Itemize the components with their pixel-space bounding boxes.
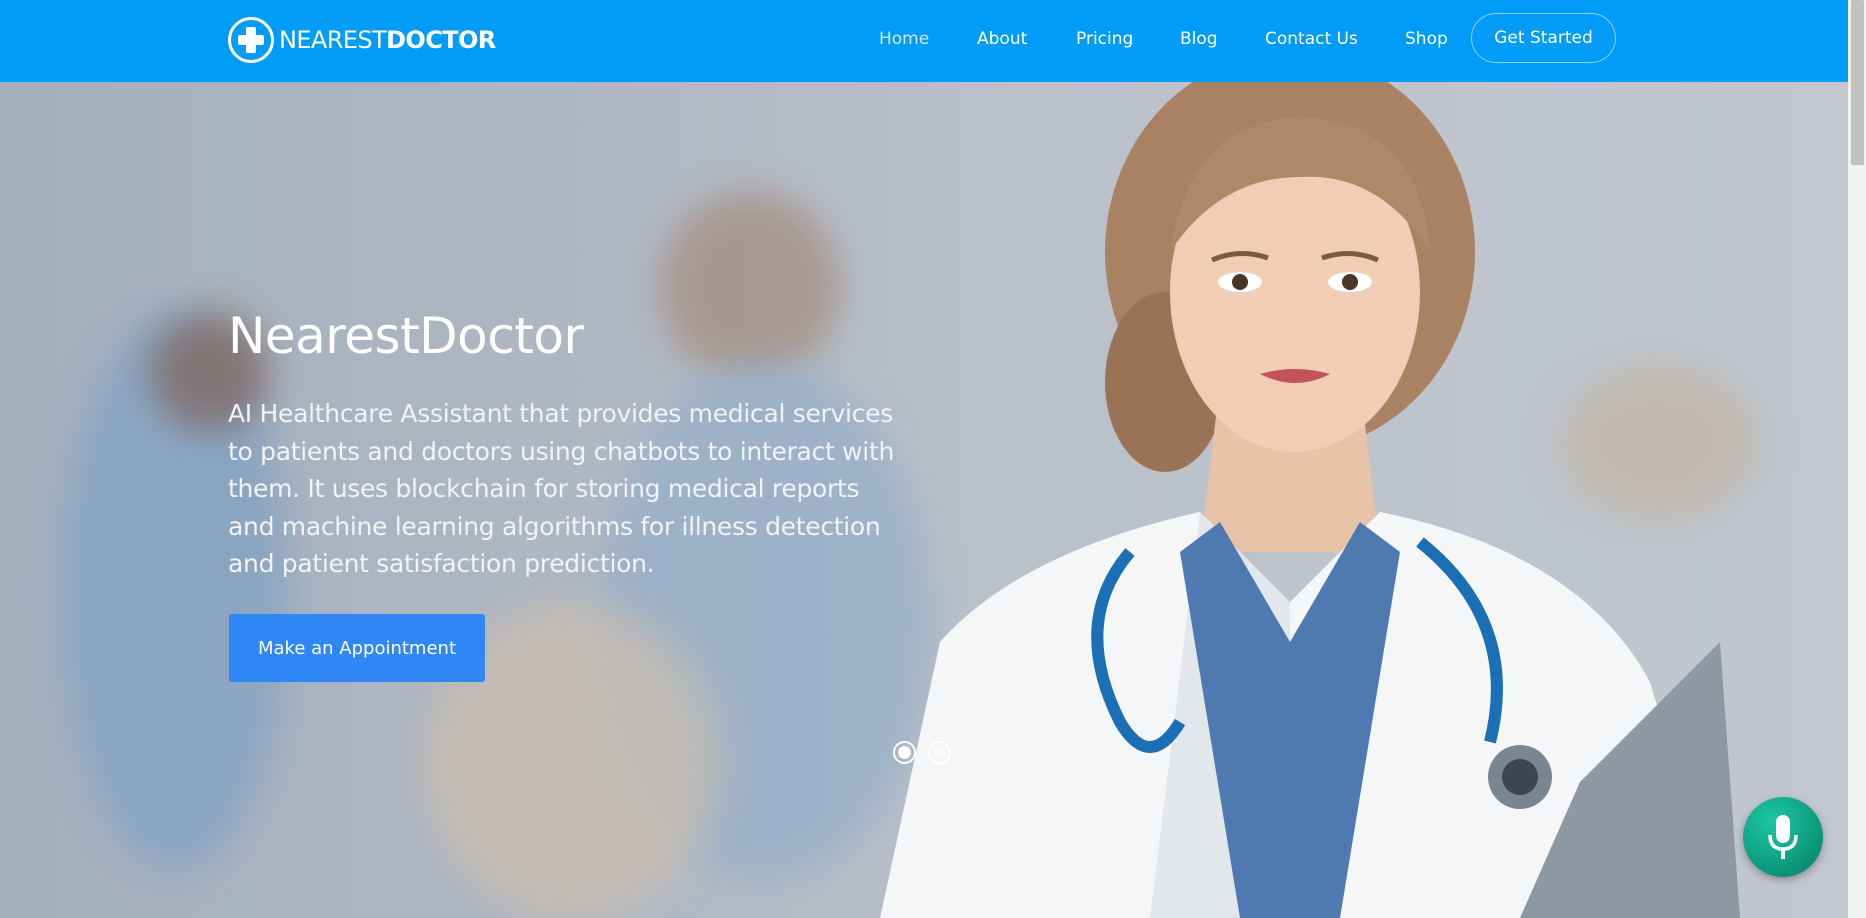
doctor-image bbox=[880, 82, 1740, 918]
site-header: NEARESTDOCTOR Home About Pricing Blog Co… bbox=[0, 0, 1848, 82]
hero-banner: NearestDoctor AI Healthcare Assistant th… bbox=[0, 82, 1848, 918]
slider-dot-2[interactable] bbox=[928, 741, 951, 764]
microphone-icon bbox=[1768, 815, 1798, 859]
hero-description: AI Healthcare Assistant that provides me… bbox=[228, 399, 894, 578]
nav-pricing[interactable]: Pricing bbox=[1076, 29, 1133, 49]
voice-assistant-button[interactable] bbox=[1743, 797, 1823, 877]
nav-about[interactable]: About bbox=[977, 29, 1027, 49]
get-started-button[interactable]: Get Started bbox=[1471, 13, 1616, 63]
brand-logo[interactable]: NEARESTDOCTOR bbox=[228, 17, 496, 63]
brand-name: NEARESTDOCTOR bbox=[279, 26, 496, 54]
make-appointment-button[interactable]: Make an Appointment bbox=[229, 614, 485, 682]
page-scrollbar-thumb[interactable] bbox=[1851, 0, 1864, 165]
slider-dots bbox=[893, 741, 951, 764]
hero-title: NearestDoctor bbox=[228, 307, 584, 365]
nav-shop[interactable]: Shop bbox=[1405, 29, 1448, 49]
nav-contact-us[interactable]: Contact Us bbox=[1265, 29, 1358, 49]
slider-dot-1[interactable] bbox=[893, 741, 916, 764]
nav-home[interactable]: Home bbox=[879, 29, 929, 49]
nav-blog[interactable]: Blog bbox=[1180, 29, 1218, 49]
medical-cross-icon bbox=[228, 17, 274, 63]
